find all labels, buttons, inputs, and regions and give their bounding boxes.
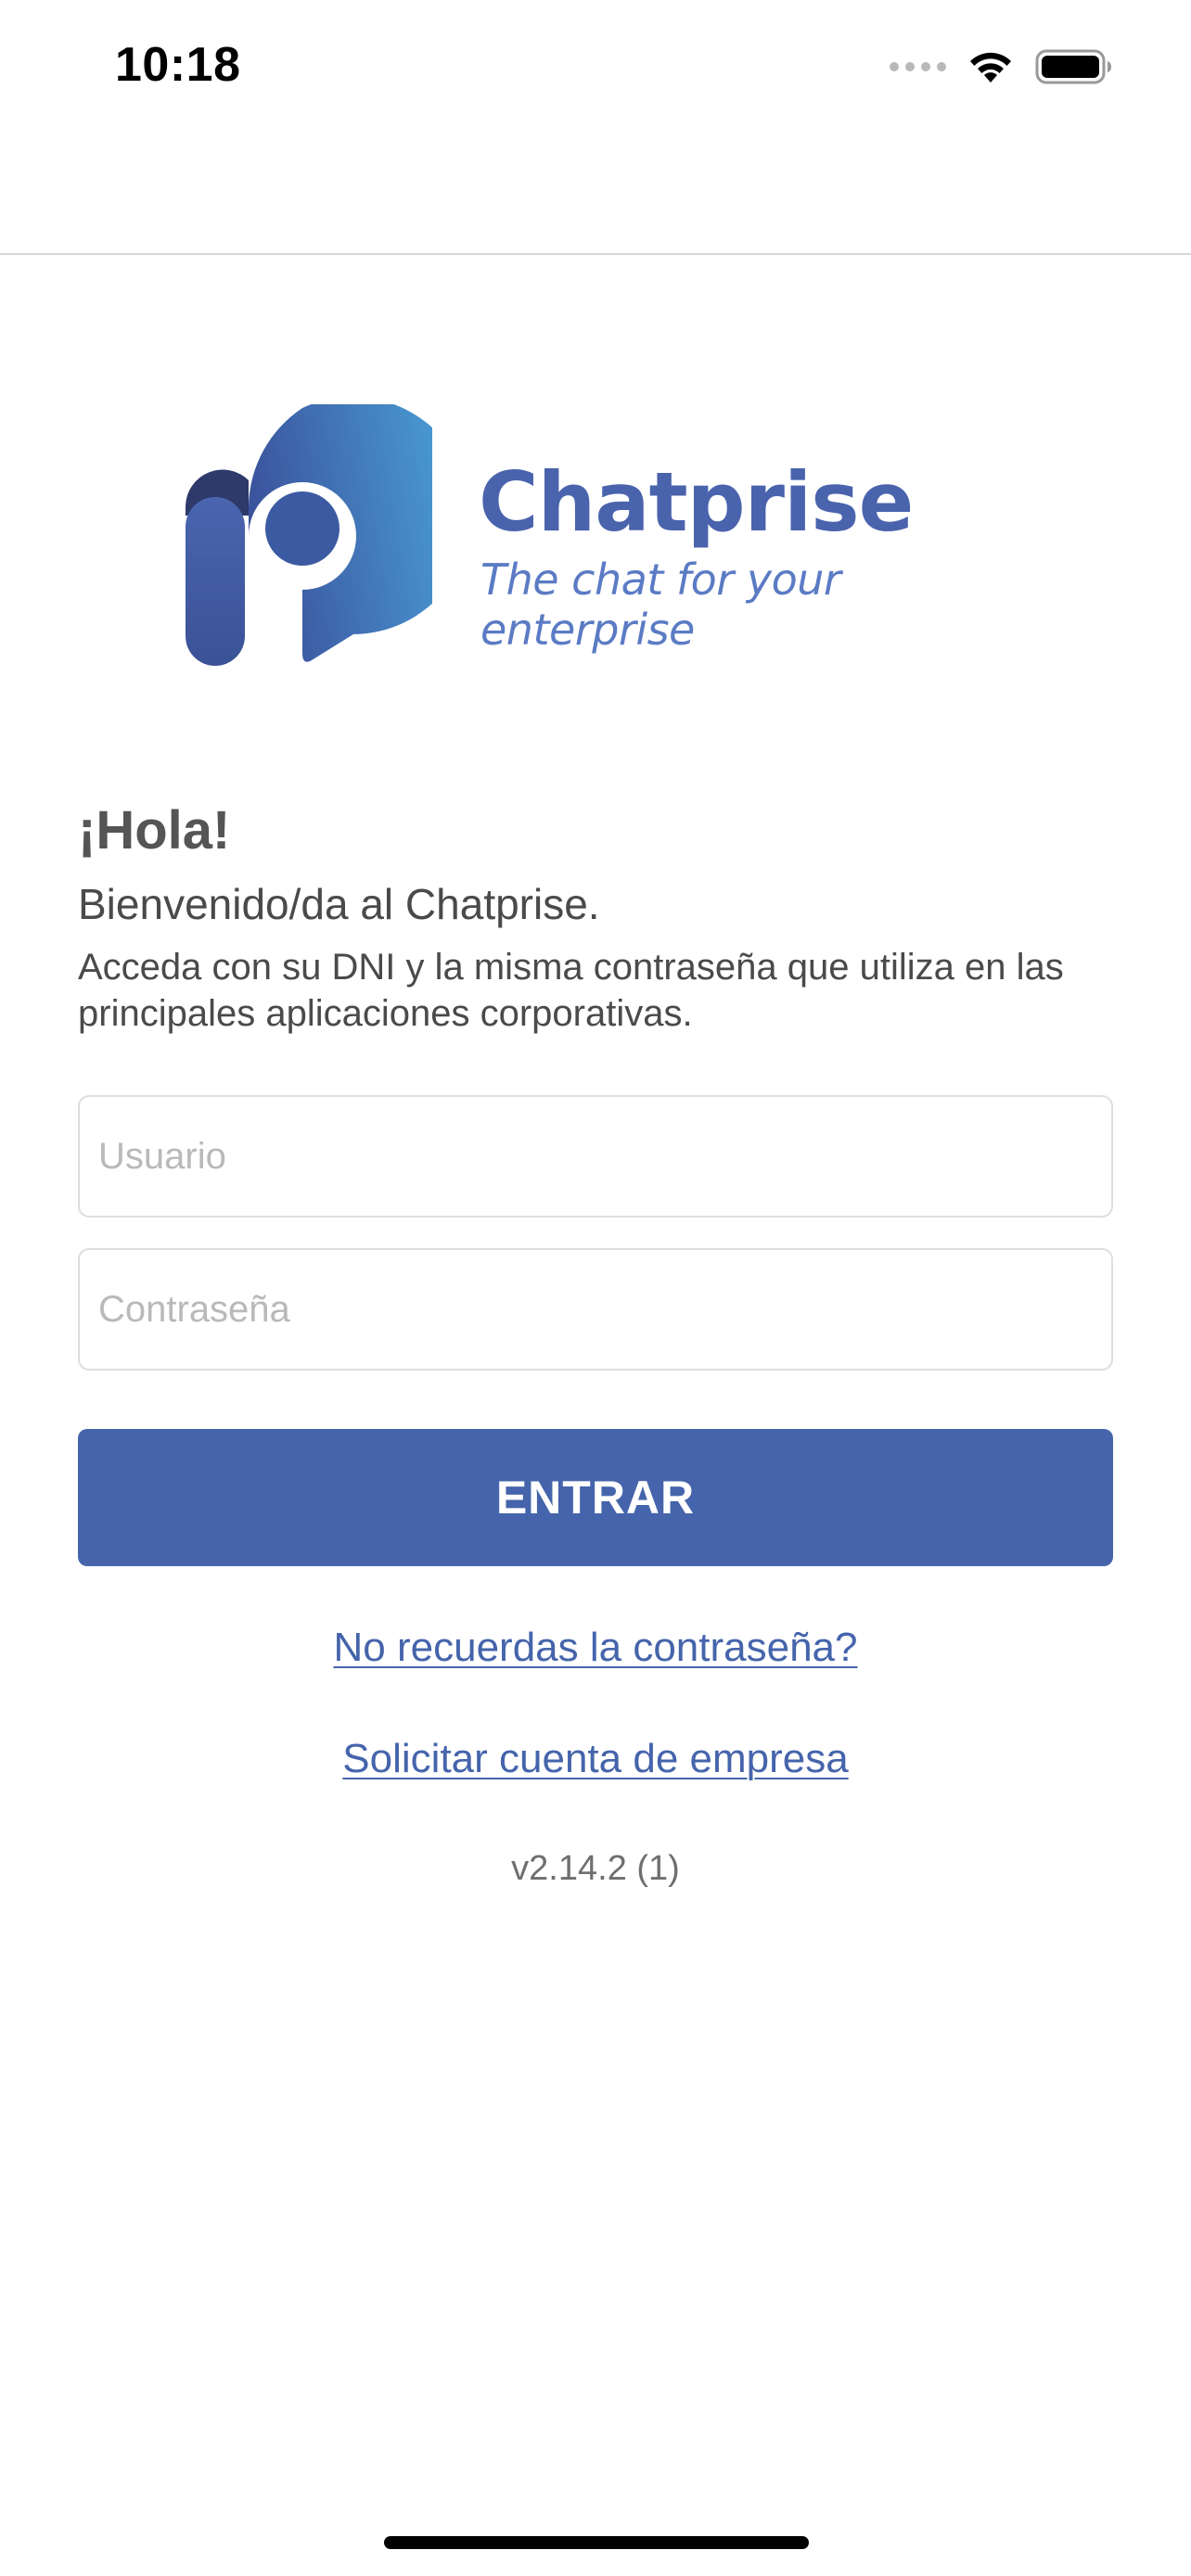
forgot-password-row: No recuerdas la contraseña? — [0, 1625, 1191, 1671]
welcome-text: Bienvenido/da al Chatprise. — [78, 880, 600, 928]
password-input[interactable] — [78, 1248, 1113, 1371]
chatprise-logo: Chatprise The chat for your enterprise — [182, 404, 1017, 673]
username-input[interactable] — [78, 1095, 1113, 1218]
chatprise-p-logo-icon — [186, 404, 432, 666]
status-time: 10:18 — [115, 38, 241, 92]
login-instructions: Acceda con su DNI y la misma contraseña … — [78, 947, 1064, 1034]
cellular-signal-dots-icon — [890, 62, 946, 71]
home-indicator[interactable] — [384, 2536, 809, 2549]
greeting-heading: ¡Hola! — [78, 800, 231, 861]
navigation-bar — [0, 134, 1191, 255]
brand-name: Chatprise — [479, 454, 914, 550]
request-account-row: Solicitar cuenta de empresa — [0, 1736, 1191, 1782]
wifi-icon — [970, 52, 1011, 83]
status-bar: 10:18 — [0, 0, 1191, 134]
brand-tagline: The chat for your enterprise — [480, 555, 841, 655]
login-button[interactable]: ENTRAR — [78, 1429, 1113, 1566]
app-version: v2.14.2 (1) — [511, 1849, 680, 1888]
status-icons — [890, 48, 1113, 85]
forgot-password-link[interactable]: No recuerdas la contraseña? — [334, 1625, 858, 1670]
battery-full-icon — [1035, 49, 1111, 84]
request-account-link[interactable]: Solicitar cuenta de empresa — [342, 1736, 848, 1781]
